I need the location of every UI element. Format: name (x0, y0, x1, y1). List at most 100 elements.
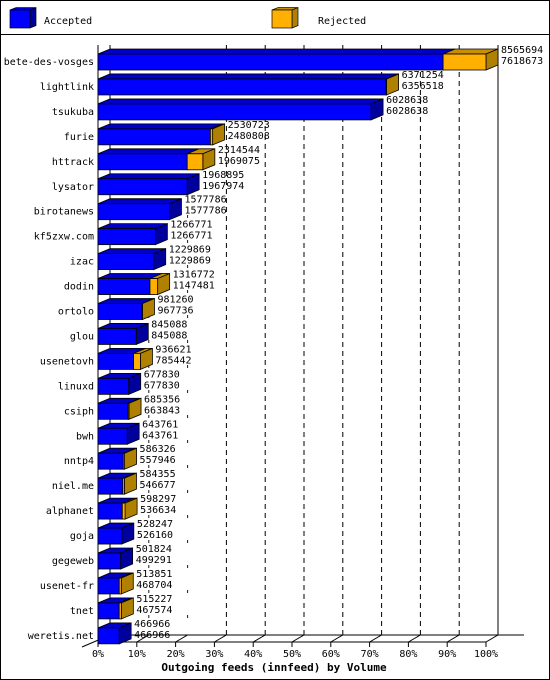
bar-accepted-top (97, 148, 200, 155)
bar-rejected (442, 53, 487, 71)
data-label-offered: 936621 (155, 344, 191, 355)
legend-label-accepted: Accepted (44, 16, 92, 27)
bar-group: lightlink 63712546356518 (40, 70, 444, 96)
bar-rejected (385, 78, 387, 96)
bar-accepted (97, 303, 143, 320)
bar-accepted-top (97, 73, 399, 80)
bar-rejected (133, 352, 141, 370)
data-label-offered: 1266771 (170, 220, 212, 231)
bar-group: birotanews 15777861577786 (34, 195, 227, 221)
data-label-accepted: 536634 (140, 505, 176, 516)
x-tick-label: 90% (438, 649, 456, 660)
data-label-offered: 515227 (136, 594, 172, 605)
bar-group: tnet 515227467574 (70, 594, 172, 620)
x-tick-label: 30% (205, 649, 223, 660)
data-label-offered: 2530723 (228, 120, 270, 131)
category-label: furie (64, 132, 94, 143)
data-label-accepted: 6028638 (386, 106, 428, 117)
bar-accepted (97, 527, 123, 545)
x-tick-labels: 0% 10% 20% 30% 40% 50% 60% 70% 80% 90% 100% (92, 642, 498, 660)
bar-accepted (97, 477, 124, 495)
category-label: goja (70, 531, 94, 542)
bar-group: tsukuba 60286386028638 (52, 95, 428, 121)
x-tick-label: 100% (474, 649, 498, 660)
category-label: lightlink (40, 82, 94, 93)
data-label-offered: 584355 (139, 469, 175, 480)
bar-accepted-top (97, 173, 200, 180)
bar-group: lysator 19688951967974 (52, 170, 244, 196)
bar-group: usenetovh 936621785442 (40, 344, 192, 370)
data-label-accepted: 468704 (136, 580, 172, 591)
x-axis-title: Outgoing feeds (innfeed) by Volume (161, 661, 387, 674)
bar-accepted (97, 103, 372, 121)
bar-accepted-top (97, 123, 223, 130)
bar-group: nntp4 586326557946 (64, 444, 176, 470)
data-label-offered: 528247 (137, 519, 173, 530)
bar-rejected (122, 452, 125, 470)
bar-rejected (122, 477, 125, 495)
data-label-accepted: 7618673 (501, 56, 543, 67)
floor-tick (408, 634, 421, 643)
data-label-offered: 845088 (151, 319, 187, 330)
category-label: usenetovh (40, 356, 94, 367)
bar-accepted (97, 203, 170, 221)
data-label-offered: 643761 (142, 419, 178, 430)
bar-rejected (141, 303, 143, 320)
bar-group: linuxd 677830677830 (58, 369, 180, 395)
bar-accepted-top (97, 198, 182, 205)
bar-accepted (97, 402, 129, 420)
data-label-accepted: 663843 (144, 405, 180, 416)
data-label-offered: 1316772 (173, 270, 215, 281)
data-label-accepted: 845088 (151, 330, 187, 341)
bar-chart: Accepted Rejected bete-des-vosges 8565694… (4, 7, 543, 674)
category-label: ortolo (58, 307, 94, 318)
bar-accepted (97, 502, 123, 520)
category-label: glou (70, 331, 94, 342)
data-label-accepted: 6356518 (402, 81, 444, 92)
bar-group: ortolo 981260967736 (58, 295, 194, 321)
data-label-accepted: 1229869 (169, 256, 211, 267)
data-label-accepted: 467574 (136, 605, 172, 616)
bar-rejected (118, 577, 122, 595)
data-label-offered: 513851 (136, 569, 172, 580)
bar-accepted (97, 153, 188, 171)
data-label-accepted: 1969075 (218, 156, 260, 167)
data-label-accepted: 643761 (142, 430, 178, 441)
bar-accepted (97, 278, 151, 295)
bar-accepted (97, 552, 122, 570)
category-label: tsukuba (52, 107, 94, 118)
floor-tick (214, 634, 227, 643)
data-label-offered: 981260 (157, 295, 193, 306)
bar-group: glou 845088845088 (70, 319, 187, 346)
data-label-accepted: 526160 (137, 530, 173, 541)
floor-tick (330, 634, 344, 643)
bar-rejected (118, 602, 122, 620)
category-label: lysator (52, 182, 94, 193)
floor-right-edge (485, 634, 499, 643)
bar-rejected (186, 153, 204, 171)
bar-group: bwh 643761643761 (76, 419, 178, 445)
bar-group: furie 25307232480808 (64, 120, 270, 146)
data-label-accepted: 677830 (144, 380, 180, 391)
data-label-offered: 8565694 (501, 45, 543, 56)
bar-group: bete-des-vosges 85656947618673 (4, 45, 543, 71)
floor-tick (369, 634, 382, 643)
data-label-accepted: 1266771 (170, 231, 212, 242)
legend-swatch-accepted (9, 7, 37, 29)
data-label-accepted: 2480808 (228, 131, 270, 142)
bar-group: usenet-fr 513851468704 (40, 569, 172, 595)
bar-accepted (97, 427, 128, 445)
bar-accepted (97, 53, 444, 71)
data-label-accepted: 499291 (136, 555, 172, 566)
category-label: httrack (52, 157, 94, 168)
x-tick-label: 0% (92, 649, 104, 660)
bar-group: niel.me 584355546677 (52, 469, 176, 495)
bar-accepted (97, 627, 120, 645)
bar-rejected (149, 278, 159, 295)
data-label-offered: 586326 (140, 444, 176, 455)
bar-accepted (97, 328, 137, 345)
data-label-accepted: 466966 (134, 630, 170, 641)
bar-rejected (127, 402, 130, 420)
category-label: alphanet (46, 506, 94, 517)
data-label-offered: 6028638 (386, 95, 428, 106)
